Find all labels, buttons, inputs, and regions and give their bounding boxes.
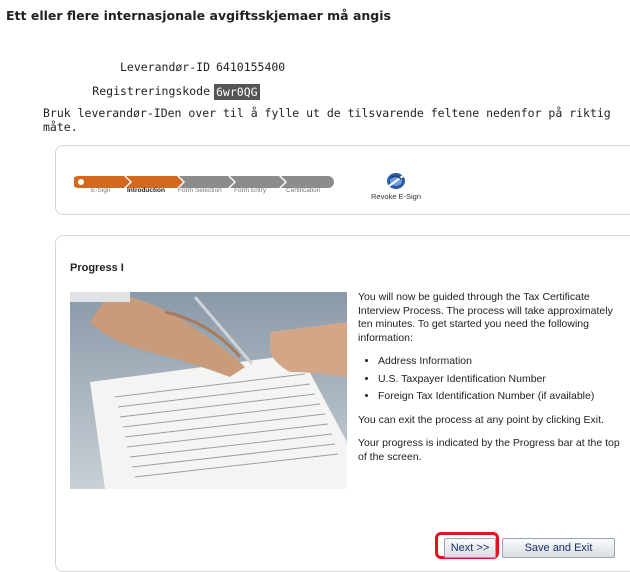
step-label-introduction: Introduction <box>127 187 165 194</box>
step-label-form-entry: Form Entry <box>234 187 267 194</box>
step-label-certification: Certification <box>286 187 321 194</box>
revoke-esign-label: Revoke E-Sign <box>370 192 422 201</box>
progress-bar-card: E-Sign Introduction Form Selection Form … <box>55 145 630 215</box>
requirement-item: Address Information <box>378 355 628 369</box>
step-label-esign: E-Sign <box>91 187 111 194</box>
vendor-id-value: 6410155400 <box>216 60 286 74</box>
vendor-id-label: Leverandør-ID <box>119 60 210 74</box>
registration-code-label: Registreringskode <box>92 84 210 98</box>
page-title: Ett eller flere internasjonale avgiftssk… <box>6 8 391 23</box>
progress-steps: E-Sign Introduction Form Selection Form … <box>74 176 334 206</box>
intro-paragraph: You will now be guided through the Tax C… <box>358 291 613 344</box>
step-label-form-selection: Form Selection <box>178 187 222 194</box>
interview-card: Progress I You will now be guided throug… <box>55 235 630 572</box>
requirement-item: U.S. Taxpayer Identification Number <box>378 373 628 387</box>
requirements-list: Address Information U.S. Taxpayer Identi… <box>358 355 628 404</box>
next-button[interactable]: Next >> <box>444 538 496 558</box>
instructions-body: You will now be guided through the Tax C… <box>358 291 628 464</box>
registration-code-value: 6wr0QG <box>214 84 260 100</box>
progress-paragraph: Your progress is indicated by the Progre… <box>358 437 620 463</box>
section-title: Progress I <box>70 262 124 274</box>
exit-paragraph: You can exit the process at any point by… <box>358 413 604 426</box>
signing-form-photo <box>70 292 347 489</box>
save-and-exit-button[interactable]: Save and Exit <box>502 538 615 558</box>
revoke-esign-link[interactable]: Revoke E-Sign <box>361 172 431 201</box>
instruction-text: Bruk leverandør-IDen over til å fylle ut… <box>43 106 611 134</box>
revoke-esign-icon <box>387 173 405 189</box>
progress-start-dot <box>78 179 84 185</box>
requirement-item: Foreign Tax Identification Number (if av… <box>378 390 628 404</box>
